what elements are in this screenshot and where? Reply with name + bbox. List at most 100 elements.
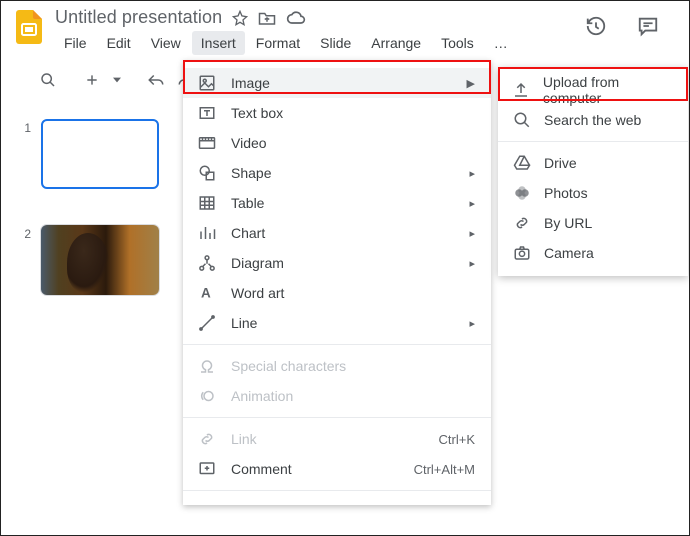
- submenu-photos[interactable]: Photos: [498, 178, 688, 208]
- undo-icon[interactable]: [145, 69, 167, 91]
- move-icon[interactable]: [258, 10, 276, 26]
- menu-label: Special characters: [231, 358, 475, 374]
- search-the-web[interactable]: Search the web: [498, 105, 688, 135]
- menu-overflow[interactable]: …: [485, 31, 517, 55]
- slide-number: 1: [21, 121, 31, 135]
- submenu-by-url[interactable]: By URL: [498, 208, 688, 238]
- line-icon: [197, 313, 217, 333]
- menu-label: Table: [231, 195, 469, 211]
- menu-separator: [498, 141, 688, 142]
- insert-word-art[interactable]: A Word art: [183, 278, 491, 308]
- menu-label: Animation: [231, 388, 475, 404]
- chevron-right-icon: ▸: [469, 317, 475, 330]
- menu-bar: File Edit View Insert Format Slide Arran…: [55, 31, 585, 55]
- slides-logo[interactable]: [11, 9, 47, 45]
- photos-icon: [512, 183, 532, 203]
- menu-label: Link: [231, 431, 439, 447]
- menu-separator: [183, 490, 491, 491]
- comment-icon: [197, 459, 217, 479]
- insert-shape[interactable]: Shape ▸: [183, 158, 491, 188]
- animation-icon: [197, 386, 217, 406]
- insert-comment[interactable]: Comment Ctrl+Alt+M: [183, 454, 491, 484]
- menu-format[interactable]: Format: [247, 31, 309, 55]
- title-area: Untitled presentation File Edit View Ins…: [55, 7, 585, 55]
- upload-icon: [512, 80, 531, 100]
- menu-edit[interactable]: Edit: [98, 31, 140, 55]
- menu-label: Video: [231, 135, 475, 151]
- insert-line[interactable]: Line ▸: [183, 308, 491, 338]
- insert-chart[interactable]: Chart ▸: [183, 218, 491, 248]
- menu-label: Text box: [231, 105, 475, 121]
- menu-label: Diagram: [231, 255, 469, 271]
- menu-label: Comment: [231, 461, 414, 477]
- submenu-label: Camera: [544, 245, 594, 261]
- upload-from-computer[interactable]: Upload from computer: [498, 75, 688, 105]
- chevron-right-icon: ▸: [469, 167, 475, 180]
- search-toolbar-icon[interactable]: [37, 69, 59, 91]
- link-icon: [197, 429, 217, 449]
- drive-icon: [512, 153, 532, 173]
- text-box-icon: [197, 103, 217, 123]
- slide-thumbnail-row: 1: [21, 119, 181, 189]
- camera-icon: [512, 243, 532, 263]
- menu-label: Shape: [231, 165, 469, 181]
- menu-slide[interactable]: Slide: [311, 31, 360, 55]
- insert-image[interactable]: Image ▶: [183, 68, 491, 98]
- insert-video[interactable]: Video: [183, 128, 491, 158]
- insert-dropdown: Image ▶ Text box Video Shape ▸ Table ▸ C…: [183, 60, 491, 505]
- shape-icon: [197, 163, 217, 183]
- chevron-right-icon: ▸: [469, 227, 475, 240]
- submenu-label: Drive: [544, 155, 577, 171]
- new-slide-dropdown-icon[interactable]: [111, 69, 123, 91]
- slide-thumbnail-2[interactable]: [41, 225, 159, 295]
- submenu-label: Photos: [544, 185, 588, 201]
- menu-separator: [183, 417, 491, 418]
- omega-icon: [197, 356, 217, 376]
- history-icon[interactable]: [585, 15, 607, 37]
- star-icon[interactable]: [232, 10, 248, 26]
- slide-number: 2: [21, 227, 31, 241]
- chevron-right-icon: ▶: [467, 77, 475, 90]
- insert-diagram[interactable]: Diagram ▸: [183, 248, 491, 278]
- menu-shortcut: Ctrl+K: [439, 432, 475, 447]
- chart-icon: [197, 223, 217, 243]
- insert-text-box[interactable]: Text box: [183, 98, 491, 128]
- slide-thumbnail-row: 2: [21, 225, 181, 295]
- new-slide-icon[interactable]: [81, 69, 103, 91]
- diagram-icon: [197, 253, 217, 273]
- insert-link: Link Ctrl+K: [183, 424, 491, 454]
- menu-arrange[interactable]: Arrange: [362, 31, 430, 55]
- insert-table[interactable]: Table ▸: [183, 188, 491, 218]
- menu-label: Line: [231, 315, 469, 331]
- insert-special-characters: Special characters: [183, 351, 491, 381]
- insert-animation: Animation: [183, 381, 491, 411]
- comment-header-icon[interactable]: [637, 15, 659, 37]
- header: Untitled presentation File Edit View Ins…: [1, 1, 689, 55]
- menu-label: Word art: [231, 285, 475, 301]
- submenu-label: Upload from computer: [543, 74, 674, 106]
- video-icon: [197, 133, 217, 153]
- doc-title[interactable]: Untitled presentation: [55, 7, 222, 28]
- submenu-label: Search the web: [544, 112, 641, 128]
- svg-text:A: A: [201, 286, 211, 301]
- slide-thumbnail-1[interactable]: [41, 119, 159, 189]
- url-icon: [512, 213, 532, 233]
- cloud-icon[interactable]: [286, 10, 306, 26]
- menu-file[interactable]: File: [55, 31, 96, 55]
- header-right: [585, 7, 679, 37]
- image-submenu: Upload from computer Search the web Driv…: [498, 67, 688, 276]
- menu-tools[interactable]: Tools: [432, 31, 483, 55]
- search-icon: [512, 110, 532, 130]
- menu-view[interactable]: View: [142, 31, 190, 55]
- chevron-right-icon: ▸: [469, 197, 475, 210]
- table-icon: [197, 193, 217, 213]
- submenu-label: By URL: [544, 215, 592, 231]
- menu-separator: [183, 344, 491, 345]
- image-icon: [197, 73, 217, 93]
- menu-shortcut: Ctrl+Alt+M: [414, 462, 475, 477]
- chevron-right-icon: ▸: [469, 257, 475, 270]
- slide-panel: 1 2: [1, 109, 181, 331]
- submenu-drive[interactable]: Drive: [498, 148, 688, 178]
- menu-insert[interactable]: Insert: [192, 31, 245, 55]
- submenu-camera[interactable]: Camera: [498, 238, 688, 268]
